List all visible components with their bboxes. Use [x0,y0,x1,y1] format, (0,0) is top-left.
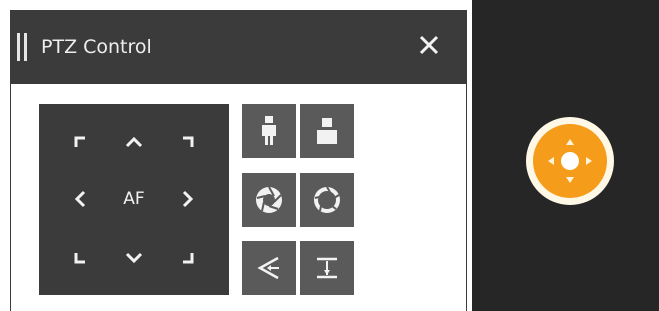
down-right-icon[interactable] [170,240,206,276]
iris-open-button[interactable] [242,173,296,227]
person-full-body-icon [262,116,276,145]
direction-pad: AF [39,104,229,295]
up-left-icon[interactable] [62,124,98,160]
person-bust-icon [317,118,337,144]
focus-far-button[interactable] [300,241,354,295]
down-left-icon[interactable] [62,240,98,276]
joystick-icon[interactable] [526,117,614,205]
aperture-open-icon [256,186,282,213]
iris-close-button[interactable] [300,173,354,227]
right-icon[interactable] [170,181,206,217]
zoom-in-button[interactable] [242,104,296,158]
close-icon[interactable] [414,30,444,60]
ptz-control-panel: PTZ Control AF [10,10,467,311]
af-label: AF [123,189,145,209]
down-icon[interactable] [116,240,152,276]
joystick-handle[interactable] [533,124,607,198]
autofocus-button[interactable]: AF [116,181,152,217]
focus-near-icon [257,256,279,280]
zoom-out-button[interactable] [300,104,354,158]
up-icon[interactable] [116,124,152,160]
aperture-closed-icon [314,186,340,213]
focus-far-icon [317,257,337,279]
panel-title: PTZ Control [41,36,152,58]
panel-header[interactable]: PTZ Control [11,10,466,84]
left-icon[interactable] [62,181,98,217]
up-right-icon[interactable] [170,124,206,160]
focus-near-button[interactable] [242,241,296,295]
drag-grip-icon[interactable] [17,33,28,61]
